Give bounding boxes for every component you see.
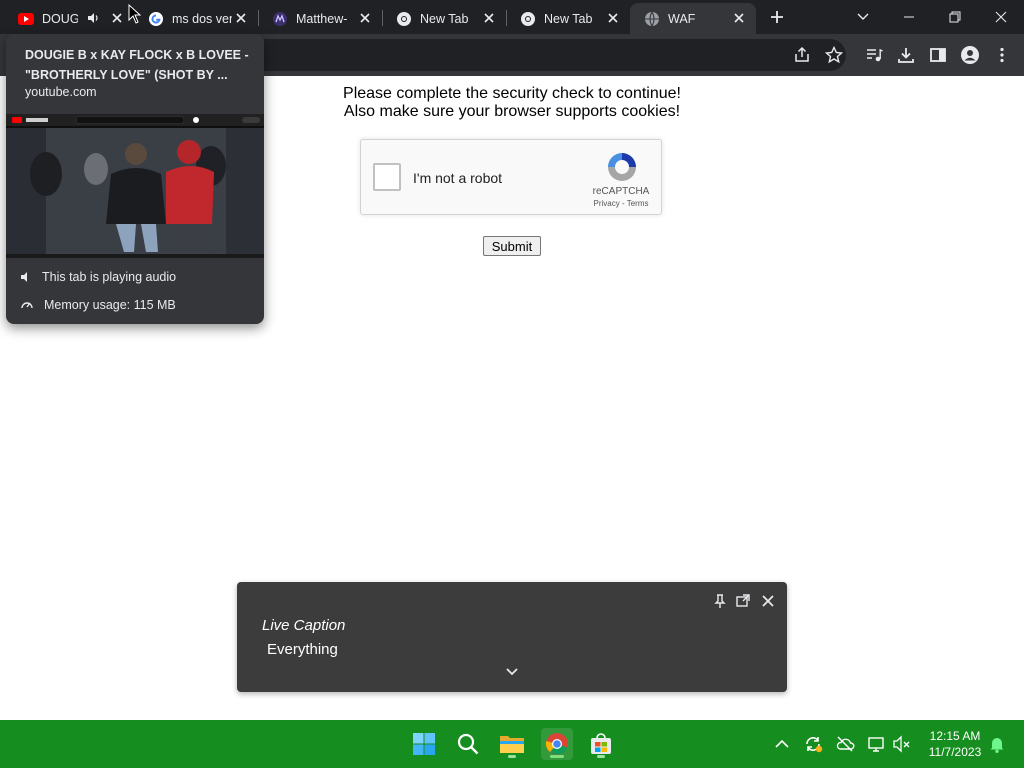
tab-youtube[interactable]: DOUG — [4, 3, 134, 34]
recaptcha-brand: reCAPTCHA — [592, 186, 650, 197]
link-separator: - — [619, 199, 627, 208]
speaker-icon — [21, 272, 27, 282]
hover-card-audio-row: This tab is playing audio — [20, 270, 176, 284]
restore-icon — [949, 11, 961, 23]
chrome-taskbar-button[interactable] — [541, 728, 573, 760]
recaptcha-links: Privacy - Terms — [583, 199, 659, 208]
privacy-link[interactable]: Privacy — [594, 199, 620, 208]
running-indicator — [550, 755, 564, 758]
start-button[interactable] — [408, 728, 440, 760]
close-icon[interactable] — [760, 593, 776, 609]
share-icon[interactable] — [792, 45, 812, 65]
close-icon — [995, 11, 1007, 23]
hover-card-domain: youtube.com — [25, 85, 97, 99]
globe-icon — [645, 11, 659, 26]
close-tab-icon[interactable] — [482, 11, 496, 25]
close-tab-icon[interactable] — [234, 11, 248, 25]
pin-icon[interactable] — [712, 593, 728, 609]
tab-title: DOUG — [42, 11, 78, 26]
tab-google[interactable]: ms dos ver — [134, 3, 258, 34]
clock[interactable]: 12:15 AM 11/7/2023 — [918, 728, 992, 760]
recaptcha-checkbox[interactable] — [373, 163, 401, 191]
minimize-icon — [904, 16, 914, 18]
speedometer-icon — [21, 302, 33, 309]
tab-waf[interactable]: WAF — [630, 3, 756, 34]
hover-card-memory-row: Memory usage: 115 MB — [20, 298, 176, 312]
close-tab-icon[interactable] — [358, 11, 372, 25]
network-monitor-icon[interactable] — [867, 734, 887, 754]
mouse-cursor-icon — [128, 4, 142, 24]
clock-time: 12:15 AM — [929, 729, 981, 743]
store-bag-icon — [591, 733, 611, 754]
media-control-icon[interactable] — [864, 45, 884, 65]
tab-new-tab-1[interactable]: New Tab — [382, 3, 506, 34]
onedrive-cloud-off-icon[interactable] — [835, 734, 855, 754]
bookmark-star-icon[interactable] — [824, 45, 844, 65]
memory-usage: Memory usage: 115 MB — [44, 298, 176, 312]
sync-update-icon[interactable] — [803, 734, 823, 754]
audio-status: This tab is playing audio — [42, 270, 177, 284]
volume-muted-icon[interactable] — [892, 734, 912, 754]
recaptcha-label: I'm not a robot — [413, 170, 503, 186]
chevron-down-icon — [857, 13, 869, 20]
close-tab-icon[interactable] — [732, 11, 746, 25]
clock-date: 11/7/2023 — [928, 745, 982, 759]
search-button[interactable] — [452, 728, 484, 760]
windows-logo-icon — [413, 733, 435, 755]
tab-search-button[interactable] — [852, 0, 874, 34]
close-tab-icon[interactable] — [110, 11, 124, 25]
live-caption-title: Live Caption — [262, 617, 346, 634]
chrome-icon — [545, 733, 568, 755]
close-tab-icon[interactable] — [606, 11, 620, 25]
speaker-icon[interactable] — [87, 12, 99, 24]
matthew-icon — [273, 11, 287, 26]
chrome-icon — [397, 11, 411, 26]
new-tab-button[interactable] — [764, 0, 790, 34]
notification-bell-icon[interactable] — [987, 734, 1007, 754]
show-hidden-icons-chevron-up-icon[interactable] — [772, 734, 792, 754]
tab-title: New Tab — [544, 11, 593, 26]
live-caption-text: Everything — [267, 641, 338, 658]
tab-title: ms dos ver — [172, 11, 232, 26]
tab-title: WAF — [668, 11, 696, 26]
search-icon — [457, 733, 479, 755]
minimize-button[interactable] — [886, 0, 932, 34]
running-indicator — [508, 755, 516, 758]
running-indicator — [597, 755, 605, 758]
close-window-button[interactable] — [978, 0, 1024, 34]
google-icon — [149, 11, 163, 26]
live-caption-panel: Live Caption Everything — [237, 582, 787, 692]
tab-strip: DOUG ms dos ver Matthew- New Tab New Tab… — [0, 0, 1024, 34]
tab-title: Matthew- — [296, 11, 348, 26]
tab-new-tab-2[interactable]: New Tab — [506, 3, 630, 34]
store-button[interactable] — [585, 728, 617, 760]
youtube-icon — [18, 12, 34, 25]
recaptcha-widget: I'm not a robot reCAPTCHA Privacy - Term… — [360, 139, 662, 215]
hover-card-title: DOUGIE B x KAY FLOCK x B LOVEE - "BROTHE… — [25, 48, 249, 82]
file-explorer-button[interactable] — [496, 728, 528, 760]
video-thumbnail — [6, 114, 264, 258]
download-icon[interactable] — [896, 45, 916, 65]
plus-icon — [771, 11, 783, 23]
folder-icon — [500, 736, 524, 753]
profile-avatar-icon[interactable] — [960, 45, 980, 65]
tab-matthew[interactable]: Matthew- — [258, 3, 382, 34]
taskbar: 12:15 AM 11/7/2023 — [0, 720, 1024, 768]
expand-window-icon[interactable] — [735, 593, 751, 609]
terms-link[interactable]: Terms — [627, 199, 649, 208]
chevron-down-icon[interactable] — [504, 666, 520, 678]
tab-title: New Tab — [420, 11, 469, 26]
tab-hover-card: DOUGIE B x KAY FLOCK x B LOVEE - "BROTHE… — [6, 34, 264, 324]
recaptcha-logo-icon — [608, 153, 636, 181]
submit-button[interactable]: Submit — [483, 236, 541, 256]
chrome-icon — [521, 11, 535, 26]
restore-button[interactable] — [932, 0, 978, 34]
side-panel-icon[interactable] — [928, 45, 948, 65]
kebab-menu-icon[interactable] — [992, 45, 1012, 65]
